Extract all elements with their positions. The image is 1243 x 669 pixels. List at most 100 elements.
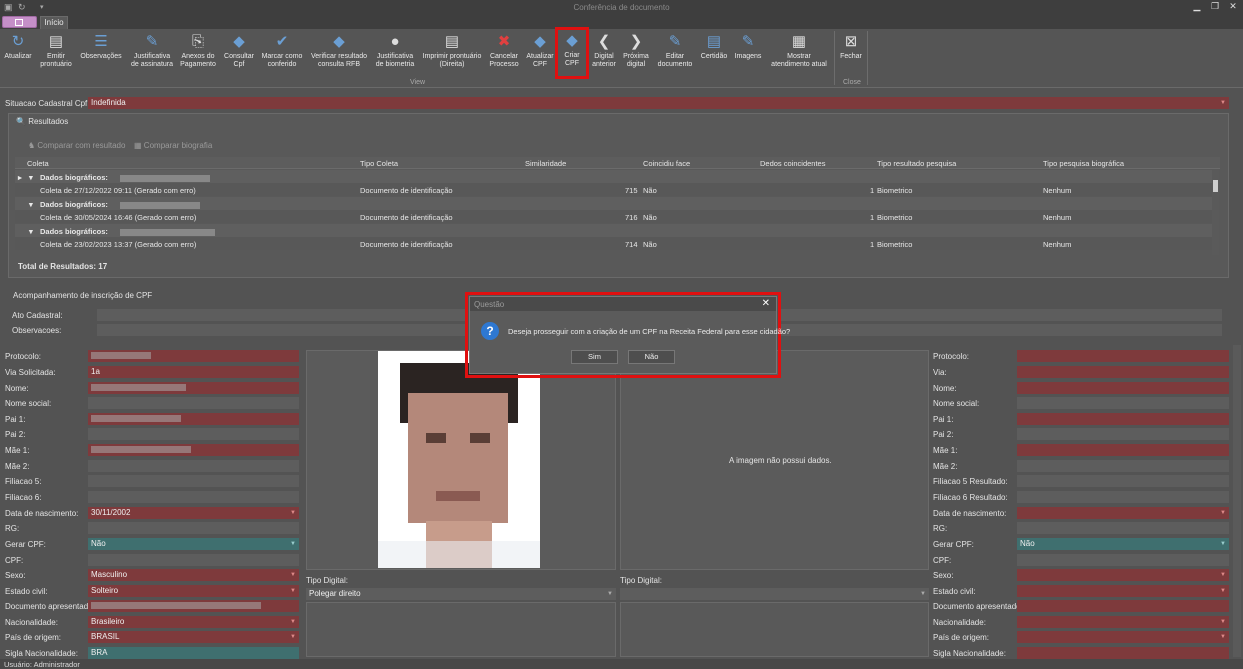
nascimento-label: Data de nascimento: xyxy=(5,509,79,518)
pai2-field[interactable] xyxy=(88,428,299,440)
filiacao5-field[interactable] xyxy=(88,475,299,487)
nascimento-field[interactable]: 30/11/2002 ▼ xyxy=(88,507,299,519)
imagens-button[interactable]: ✎ Imagens xyxy=(733,31,763,75)
verificar-rfb-button[interactable]: ◆ Verificar resultado consulta RFB xyxy=(308,31,370,75)
estado-civil-select[interactable]: Solteiro ▼ xyxy=(88,585,299,597)
comparar-resultado-button[interactable]: ♞ Comparar com resultado xyxy=(28,141,125,150)
certidao-button[interactable]: ▤ Certidão xyxy=(699,31,729,75)
gerar-cpf-select[interactable]: Não ▼ xyxy=(88,538,299,550)
observacoes-field-right[interactable] xyxy=(780,324,1222,336)
protocolo-field-right[interactable] xyxy=(1017,350,1229,362)
doc-apresentado-field-right[interactable] xyxy=(1017,600,1229,612)
via-field-right[interactable] xyxy=(1017,366,1229,378)
mae1-field-right[interactable] xyxy=(1017,444,1229,456)
marcar-conferido-button[interactable]: ✔ Marcar como conferido xyxy=(259,31,305,75)
sexo-select-right[interactable]: ▼ xyxy=(1017,569,1229,581)
filiacao5-field-right[interactable] xyxy=(1017,475,1229,487)
digital-anterior-button[interactable]: ❮ Digital anterior xyxy=(590,31,618,75)
mae1-field[interactable] xyxy=(88,444,299,456)
col-similaridade[interactable]: Similaridade xyxy=(525,159,566,168)
estado-civil-select-right[interactable]: ▼ xyxy=(1017,585,1229,597)
results-scrollbar[interactable] xyxy=(1212,170,1219,255)
nome-social-field-right[interactable] xyxy=(1017,397,1229,409)
gerar-cpf-select-right[interactable]: Não ▼ xyxy=(1017,538,1229,550)
comparar-biografia-button[interactable]: ▦ Comparar biografia xyxy=(134,141,212,150)
chevron-down-icon: ▼ xyxy=(1220,572,1226,578)
pai1-field[interactable] xyxy=(88,413,299,425)
observacoes-button[interactable]: ☰ Observações xyxy=(78,31,124,75)
protocolo-field[interactable] xyxy=(88,350,299,362)
cpf-field[interactable] xyxy=(88,554,299,566)
nao-button[interactable]: Não xyxy=(628,350,675,364)
sigla-field[interactable]: BRA xyxy=(88,647,299,659)
nome-social-field[interactable] xyxy=(88,397,299,409)
minimize-icon[interactable]: ▁ xyxy=(1190,1,1204,12)
resultados-tab[interactable]: 🔍 Resultados xyxy=(16,117,68,126)
col-dedos[interactable]: Dedos coincidentes xyxy=(760,159,825,168)
emitir-prontuario-button[interactable]: ▤ Emitir prontuário xyxy=(36,31,76,75)
app-menu-button[interactable] xyxy=(2,16,37,28)
rg-field-right[interactable] xyxy=(1017,522,1229,534)
group-row[interactable]: ▾ Dados biográficos: xyxy=(15,197,1213,210)
col-tipo-pesquisa[interactable]: Tipo pesquisa biográfica xyxy=(1043,159,1124,168)
sim-button[interactable]: Sim xyxy=(571,350,618,364)
nascimento-field-right[interactable]: ▼ xyxy=(1017,507,1229,519)
nome-field[interactable] xyxy=(88,382,299,394)
filiacao6-field-right[interactable] xyxy=(1017,491,1229,503)
cancelar-processo-button[interactable]: ✖ Cancelar Processo xyxy=(486,31,522,75)
table-row[interactable]: Coleta de 30/05/2024 16:46 (Gerado com e… xyxy=(15,210,1213,223)
close-box-icon: ⊠ xyxy=(844,33,858,50)
group-row[interactable]: ▸ ▾ Dados biográficos: xyxy=(15,170,1213,183)
criar-cpf-button[interactable]: ◆ Criar CPF xyxy=(555,27,589,79)
mae2-field-right[interactable] xyxy=(1017,460,1229,472)
sigla-field-right[interactable] xyxy=(1017,647,1229,659)
anexos-pagamento-button[interactable]: ⎘ Anexos do Pagamento xyxy=(179,31,217,75)
filiacao6-field[interactable] xyxy=(88,491,299,503)
justificativa-assinatura-button[interactable]: ✎ Justificativa de assinatura xyxy=(129,31,175,75)
justificativa-biometria-button[interactable]: ● Justificativa de biometria xyxy=(372,31,418,75)
doc-apresentado-field[interactable] xyxy=(88,600,299,612)
mostrar-atendimento-button[interactable]: ▦ Mostrar atendimento atual xyxy=(769,31,829,75)
group-row[interactable]: ▾ Dados biográficos: xyxy=(15,224,1213,237)
dialog-close-icon[interactable]: ✕ xyxy=(762,298,770,309)
pai1-field-right[interactable] xyxy=(1017,413,1229,425)
col-tipo-resultado[interactable]: Tipo resultado pesquisa xyxy=(877,159,956,168)
mae2-field[interactable] xyxy=(88,460,299,472)
via-field[interactable]: 1a xyxy=(88,366,299,378)
table-row[interactable]: Coleta de 23/02/2023 13:37 (Gerado com e… xyxy=(15,237,1213,250)
sexo-select[interactable]: Masculino ▼ xyxy=(88,569,299,581)
dialog-message: Deseja prosseguir com a criação de um CP… xyxy=(508,327,791,336)
editar-documento-button[interactable]: ✎ Editar documento xyxy=(656,31,694,75)
nome-field-right[interactable] xyxy=(1017,382,1229,394)
nacionalidade-select[interactable]: Brasileiro ▼ xyxy=(88,616,299,628)
tipo-digital-select-right[interactable]: ▼ xyxy=(620,588,929,600)
col-tipo-coleta[interactable]: Tipo Coleta xyxy=(360,159,398,168)
form-scrollbar[interactable] xyxy=(1233,345,1241,657)
atualizar-cpf-button[interactable]: ◆ Atualizar CPF xyxy=(524,31,556,75)
table-row[interactable]: Coleta de 27/12/2022 09:11 (Gerado com e… xyxy=(15,183,1213,196)
tab-inicio[interactable]: Início xyxy=(40,16,68,29)
nacionalidade-select-right[interactable]: ▼ xyxy=(1017,616,1229,628)
cpf-field-right[interactable] xyxy=(1017,554,1229,566)
observacoes-field[interactable] xyxy=(97,324,466,336)
ato-cadastral-field[interactable] xyxy=(97,309,466,321)
tipo-digital-select[interactable]: Polegar direito ▼ xyxy=(306,588,616,600)
col-coincidiu-face[interactable]: Coincidiu face xyxy=(643,159,690,168)
scrollbar-thumb[interactable] xyxy=(1213,180,1218,192)
maximize-icon[interactable]: ❐ xyxy=(1208,1,1222,12)
chevron-down-icon: ▼ xyxy=(290,572,296,578)
col-coleta[interactable]: Coleta xyxy=(27,159,49,168)
pai2-field-right[interactable] xyxy=(1017,428,1229,440)
pais-select-right[interactable]: ▼ xyxy=(1017,631,1229,643)
proxima-digital-button[interactable]: ❯ Próxima digital xyxy=(621,31,651,75)
ato-cadastral-field-right[interactable] xyxy=(780,309,1222,321)
situacao-select[interactable]: Indefinida ▼ xyxy=(88,97,1229,109)
chevron-down-icon: ▼ xyxy=(1220,619,1226,625)
imprimir-prontuario-button[interactable]: ▤ Imprimir prontuário (Direita) xyxy=(420,31,484,75)
pais-select[interactable]: BRASIL ▼ xyxy=(88,631,299,643)
atualizar-button[interactable]: ↻ Atualizar xyxy=(2,31,34,75)
rg-field[interactable] xyxy=(88,522,299,534)
close-window-icon[interactable]: ✕ xyxy=(1226,1,1240,12)
consultar-cpf-button[interactable]: ◆ Consultar Cpf xyxy=(222,31,256,75)
fechar-button[interactable]: ⊠ Fechar xyxy=(838,31,864,75)
